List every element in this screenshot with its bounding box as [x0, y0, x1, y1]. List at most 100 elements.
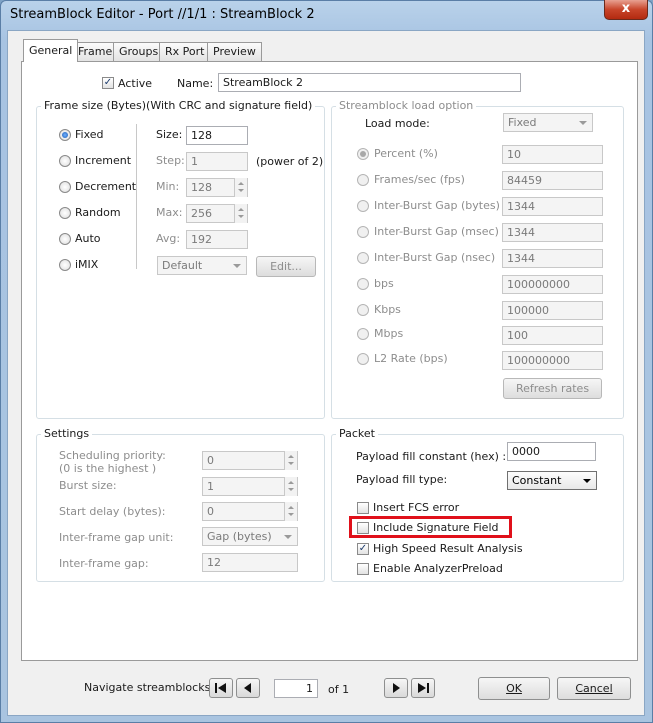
tab-rx-port[interactable]: Rx Port — [159, 42, 211, 61]
load-option-title: Streamblock load option — [336, 99, 477, 112]
burst-size-spinner[interactable] — [284, 477, 297, 496]
close-button[interactable]: x — [604, 0, 648, 20]
analyzer-preload-checkbox[interactable] — [357, 563, 369, 575]
kbps-input[interactable]: 100000 — [502, 301, 603, 320]
radio-random[interactable] — [59, 207, 71, 219]
tab-general[interactable]: General — [23, 39, 79, 62]
fill-type-label: Payload fill type: — [356, 473, 448, 486]
gap-unit-select[interactable]: Gap (bytes) — [202, 527, 298, 546]
radio-mbps[interactable] — [357, 328, 369, 340]
name-input[interactable]: StreamBlock 2 — [218, 73, 521, 92]
radio-bps[interactable] — [357, 278, 369, 290]
insert-fcs-label: Insert FCS error — [373, 501, 460, 514]
radio-ibg-nsec[interactable] — [357, 252, 369, 264]
high-speed-analysis-checkbox[interactable]: ✓ — [357, 543, 369, 555]
label-ibg-nsec: Inter-Burst Gap (nsec) — [374, 251, 496, 264]
tab-preview[interactable]: Preview — [207, 42, 262, 61]
window-title: StreamBlock Editor - Port //1/1 : Stream… — [10, 7, 315, 22]
max-spinner[interactable] — [234, 204, 247, 223]
radio-ibg-msec[interactable] — [357, 226, 369, 238]
min-spinner[interactable] — [234, 178, 247, 197]
active-label: Active — [118, 77, 153, 90]
tab-frame[interactable]: Frame — [72, 42, 119, 61]
label-imix: iMIX — [75, 258, 99, 271]
size-input[interactable]: 128 — [186, 126, 248, 145]
chevron-down-icon — [579, 121, 587, 125]
fill-type-select[interactable]: Constant — [507, 471, 597, 490]
analyzer-preload-label: Enable AnalyzerPreload — [373, 562, 503, 575]
label-auto: Auto — [75, 232, 101, 245]
active-checkbox[interactable]: ✓ — [102, 77, 114, 89]
last-streamblock-button[interactable] — [411, 678, 435, 698]
scheduling-hint: (0 is the highest ) — [59, 462, 157, 475]
navigate-label: Navigate streamblocks: — [84, 681, 215, 694]
skip-last-icon — [418, 683, 429, 693]
radio-l2-rate[interactable] — [357, 353, 369, 365]
tab-groups[interactable]: Groups — [113, 42, 165, 61]
ibg-nsec-input[interactable]: 1344 — [502, 249, 603, 268]
mbps-input[interactable]: 100 — [502, 326, 603, 345]
bps-input[interactable]: 100000000 — [502, 275, 603, 294]
gap-input[interactable]: 12 — [202, 553, 298, 572]
packet-title: Packet — [336, 427, 378, 440]
refresh-rates-button[interactable]: Refresh rates — [503, 378, 602, 399]
percent-input[interactable]: 10 — [502, 145, 603, 164]
first-streamblock-button[interactable] — [209, 678, 233, 698]
frame-size-divider — [136, 124, 137, 269]
start-delay-spinner[interactable] — [284, 502, 297, 521]
radio-percent[interactable] — [357, 148, 369, 160]
step-input[interactable]: 1 — [186, 152, 248, 171]
radio-fixed[interactable] — [59, 129, 71, 141]
avg-label: Avg: — [156, 232, 181, 245]
radio-increment[interactable] — [59, 155, 71, 167]
max-label: Max: — [156, 206, 183, 219]
fill-constant-label: Payload fill constant (hex) : — [356, 450, 507, 463]
label-fps: Frames/sec (fps) — [374, 173, 465, 186]
next-streamblock-button[interactable] — [384, 678, 408, 698]
streamblock-count-label: of 1 — [328, 683, 350, 696]
radio-imix[interactable] — [59, 259, 71, 271]
insert-fcs-checkbox[interactable] — [357, 502, 369, 514]
ibg-msec-input[interactable]: 1344 — [502, 223, 603, 242]
radio-auto[interactable] — [59, 233, 71, 245]
load-mode-select[interactable]: Fixed — [503, 113, 593, 132]
settings-title: Settings — [41, 427, 93, 440]
size-label: Size: — [156, 128, 183, 141]
label-mbps: Mbps — [374, 327, 404, 340]
next-icon — [393, 683, 400, 693]
gap-unit-label: Inter-frame gap unit: — [59, 531, 174, 544]
radio-ibg-bytes[interactable] — [357, 200, 369, 212]
skip-first-icon — [215, 683, 226, 693]
fill-constant-input[interactable]: 0000 — [507, 442, 596, 461]
label-percent: Percent (%) — [374, 147, 438, 160]
avg-input: 192 — [186, 230, 248, 249]
label-fixed: Fixed — [75, 128, 104, 141]
l2-rate-input[interactable]: 100000000 — [502, 351, 603, 370]
signature-field-highlight — [349, 516, 512, 538]
ibg-bytes-input[interactable]: 1344 — [502, 197, 603, 216]
name-label: Name: — [177, 77, 214, 90]
scheduling-label: Scheduling priority: — [59, 449, 166, 462]
close-icon: x — [621, 1, 631, 16]
streamblock-index-input[interactable]: 1 — [274, 679, 318, 698]
label-random: Random — [75, 206, 121, 219]
previous-icon — [244, 683, 251, 693]
min-label: Min: — [156, 180, 180, 193]
previous-streamblock-button[interactable] — [236, 678, 260, 698]
gap-label: Inter-frame gap: — [59, 557, 149, 570]
scheduling-spinner[interactable] — [284, 451, 297, 470]
label-ibg-bytes: Inter-Burst Gap (bytes) — [374, 199, 500, 212]
cancel-button[interactable]: Cancel — [557, 677, 631, 700]
imix-edit-button[interactable]: Edit... — [256, 256, 316, 277]
radio-fps[interactable] — [357, 174, 369, 186]
high-speed-analysis-label: High Speed Result Analysis — [373, 542, 523, 555]
chevron-down-icon — [284, 535, 292, 539]
radio-kbps[interactable] — [357, 304, 369, 316]
start-delay-label: Start delay (bytes): — [59, 505, 166, 518]
label-bps: bps — [374, 277, 394, 290]
radio-decrement[interactable] — [59, 181, 71, 193]
burst-size-label: Burst size: — [59, 479, 117, 492]
ok-button[interactable]: OK — [478, 677, 550, 700]
imix-select[interactable]: Default — [157, 256, 247, 275]
fps-input[interactable]: 84459 — [502, 171, 603, 190]
